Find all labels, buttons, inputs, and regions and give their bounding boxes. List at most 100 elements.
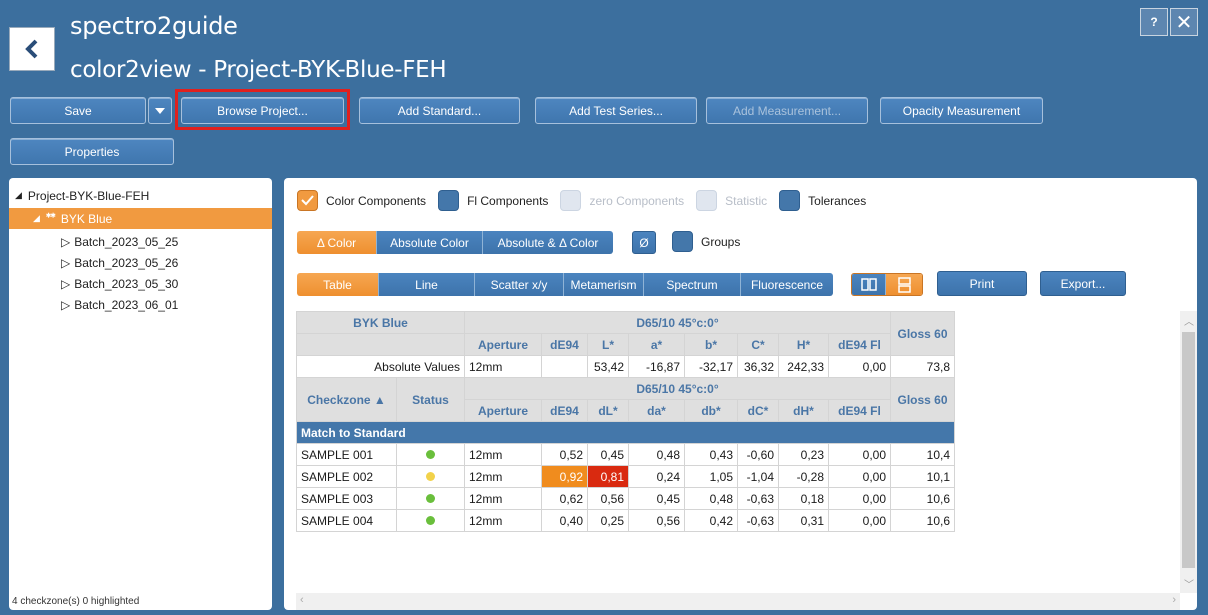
status-dot-icon [426,493,435,503]
value-cell: -0,60 [737,443,779,466]
fl-components-checkbox[interactable] [438,190,460,211]
properties-button[interactable]: Properties [10,138,174,165]
abs-cell: 0,00 [828,355,891,378]
tree-batch-label: Batch_2023_05_30 [74,276,179,291]
value-cell: 10,4 [890,443,955,466]
tab-spectrum[interactable]: Spectrum [644,273,741,296]
table-row[interactable]: SAMPLE 003 12mm 0,62 0,56 0,45 0,48 -0,63 0,18 0… [296,487,955,510]
group-row: Match to Standard [296,421,955,444]
add-standard-button[interactable]: Add Standard... [359,97,520,124]
split-horizontal-button[interactable] [886,274,922,295]
back-button[interactable] [9,27,55,71]
properties-label: Properties [64,144,120,159]
value-cell: -0,28 [778,465,829,488]
add-test-series-button[interactable]: Add Test Series... [535,97,697,124]
abs-cell: 12mm [464,355,542,378]
help-button[interactable]: ? [1140,8,1168,36]
tab-absolute-color[interactable]: Absolute Color [377,231,483,254]
print-button[interactable]: Print [937,271,1027,296]
project-tree: ◢ Project-BYK-Blue-FEH ◢ ᕯ BYK Blue ▷ Bat… [9,178,272,610]
back-arrow-icon [25,39,38,59]
col-header: dE94 [541,399,588,422]
opacity-measurement-button[interactable]: Opacity Measurement [880,97,1043,124]
checkzone-cell: SAMPLE 002 [296,465,397,488]
options-row: Color Components Fl Components zero Comp… [297,190,878,211]
horizontal-scrollbar[interactable]: ‹ › [296,593,1180,610]
color-components-checkbox[interactable] [297,190,318,211]
tree-batch[interactable]: ▷ Batch_2023_05_25 [61,231,178,252]
close-button[interactable]: ✕ [1170,8,1198,36]
results-table: BYK Blue D65/10 45°c:0° Gloss 60 Apertur… [296,311,955,532]
scroll-right-icon[interactable]: › [1172,594,1176,606]
app-title: spectro2guide [70,12,238,40]
expand-icon: ▷ [61,297,71,312]
table-row[interactable]: SAMPLE 004 12mm 0,40 0,25 0,56 0,42 -0,63 0,31 0… [296,509,955,532]
tab-metamerism[interactable]: Metamerism [564,273,644,296]
value-cell: 0,56 [587,487,629,510]
add-measurement-button[interactable]: Add Measurement... [706,97,868,124]
value-cell: 1,05 [684,465,738,488]
add-test-series-label: Add Test Series... [569,103,663,118]
export-button[interactable]: Export... [1040,271,1126,296]
scroll-up-icon[interactable]: ︿ [1184,313,1194,328]
opacity-label: Opacity Measurement [902,103,1021,118]
scroll-down-icon[interactable]: ﹀ [1184,576,1194,591]
tab-line[interactable]: Line [379,273,475,296]
tab-scatter[interactable]: Scatter x/y [475,273,564,296]
value-cell: 12mm [464,509,542,532]
tree-standard[interactable]: ◢ ᕯ BYK Blue [9,208,272,229]
view-tabs: Table Line Scatter x/y Metamerism Spectr… [297,273,833,296]
tolerances-checkbox[interactable] [779,190,801,211]
tree-standard-label: BYK Blue [60,211,113,226]
groups-checkbox[interactable] [672,231,693,252]
tab-fluorescence[interactable]: Fluorescence [741,273,833,296]
split-vertical-button[interactable] [852,274,886,295]
tab-absolute-delta-color[interactable]: Absolute & Δ Color [483,231,613,254]
tab-delta-color[interactable]: Δ Color [297,231,377,254]
col-header: dE94 Fl [828,399,891,422]
status-cell [396,465,465,488]
value-cell: 0,00 [828,487,891,510]
value-cell: 0,81 [587,465,629,488]
collapse-icon: ◢ [33,213,40,223]
save-button[interactable]: Save [10,97,146,124]
table-header-row: Checkzone ▲ Status D65/10 45°c:0° Gloss … [296,377,955,422]
save-dropdown-button[interactable] [148,97,172,124]
status-header[interactable]: Status [396,377,465,422]
absolute-values-row: Absolute Values 12mm 53,42 -16,87 -32,17… [296,355,955,378]
tab-table[interactable]: Table [297,273,379,296]
abs-label: Absolute Values [296,355,465,378]
tree-batch[interactable]: ▷ Batch_2023_05_30 [61,273,178,294]
abs-cell: 53,42 [587,355,629,378]
col-header: dE94 [541,333,588,356]
standard-icon: ᕯ [45,211,56,225]
zero-components-checkbox[interactable] [560,190,582,211]
groups-row: Groups [672,231,752,252]
average-button[interactable]: Ø [632,231,656,254]
value-cell: 0,00 [828,509,891,532]
col-header: dL* [587,399,629,422]
scroll-left-icon[interactable]: ‹ [300,594,304,606]
abs-cell [541,355,588,378]
table-row[interactable]: SAMPLE 001 12mm 0,52 0,45 0,48 0,43 -0,60 0,23 0… [296,443,955,466]
value-cell: 0,18 [778,487,829,510]
value-cell: 0,00 [828,443,891,466]
table-row[interactable]: SAMPLE 002 12mm 0,92 0,81 0,24 1,05 -1,04 -0,28… [296,465,955,488]
tree-project[interactable]: ◢ Project-BYK-Blue-FEH [15,185,149,206]
vertical-scroll-thumb[interactable] [1182,332,1195,568]
tree-batch[interactable]: ▷ Batch_2023_06_01 [61,294,178,315]
tree-batch[interactable]: ▷ Batch_2023_05_26 [61,252,178,273]
value-cell: 0,43 [684,443,738,466]
project-title: color2view - Project-BYK-Blue-FEH [70,57,447,83]
abs-cell: 36,32 [737,355,779,378]
checkzone-header[interactable]: Checkzone ▲ [296,377,397,422]
status-cell [396,487,465,510]
chevron-down-icon [155,107,165,114]
expand-icon: ▷ [61,234,71,249]
abs-cell: -32,17 [684,355,738,378]
standard-name-header: BYK Blue [296,311,465,334]
col-header: Aperture [464,399,542,422]
statistic-checkbox[interactable] [696,190,718,211]
expand-icon: ▷ [61,255,71,270]
table-empty-area [1003,311,1180,593]
